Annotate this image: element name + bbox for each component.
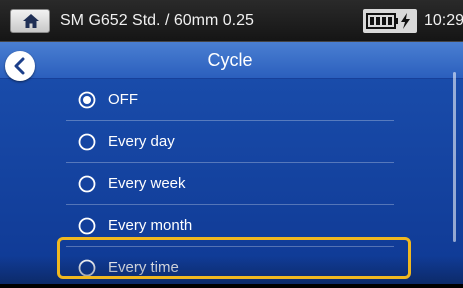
home-icon <box>23 14 39 28</box>
divider <box>66 162 394 163</box>
scrollbar[interactable] <box>453 72 456 242</box>
divider <box>66 204 394 205</box>
divider <box>66 120 394 121</box>
radio-selected-icon[interactable] <box>78 91 96 109</box>
option-off[interactable]: OFF <box>66 80 394 120</box>
option-label: OFF <box>108 91 138 108</box>
recipe-title: SM G652 Std. / 60mm 0.25 <box>60 12 254 29</box>
home-button[interactable] <box>10 9 50 33</box>
radio-unselected-icon[interactable] <box>78 217 96 235</box>
option-every-week[interactable]: Every week <box>66 164 394 204</box>
option-every-day[interactable]: Every day <box>66 122 394 162</box>
battery-indicator <box>363 9 417 33</box>
option-label: Every day <box>108 133 175 150</box>
option-label: Every week <box>108 175 186 192</box>
radio-unselected-icon[interactable] <box>78 175 96 193</box>
back-button[interactable] <box>5 51 35 81</box>
selection-highlight <box>57 237 411 279</box>
status-bar: SM G652 Std. / 60mm 0.25 10:29 <box>0 0 463 42</box>
chevron-left-icon <box>14 57 25 75</box>
title-bar: Cycle <box>0 42 463 79</box>
clock: 10:29 <box>424 12 463 29</box>
radio-unselected-icon[interactable] <box>78 133 96 151</box>
battery-charging-icon <box>366 13 410 29</box>
page-title: Cycle <box>207 50 253 70</box>
cycle-screen: Cycle OFF Every day Every week Every mon… <box>0 42 463 284</box>
